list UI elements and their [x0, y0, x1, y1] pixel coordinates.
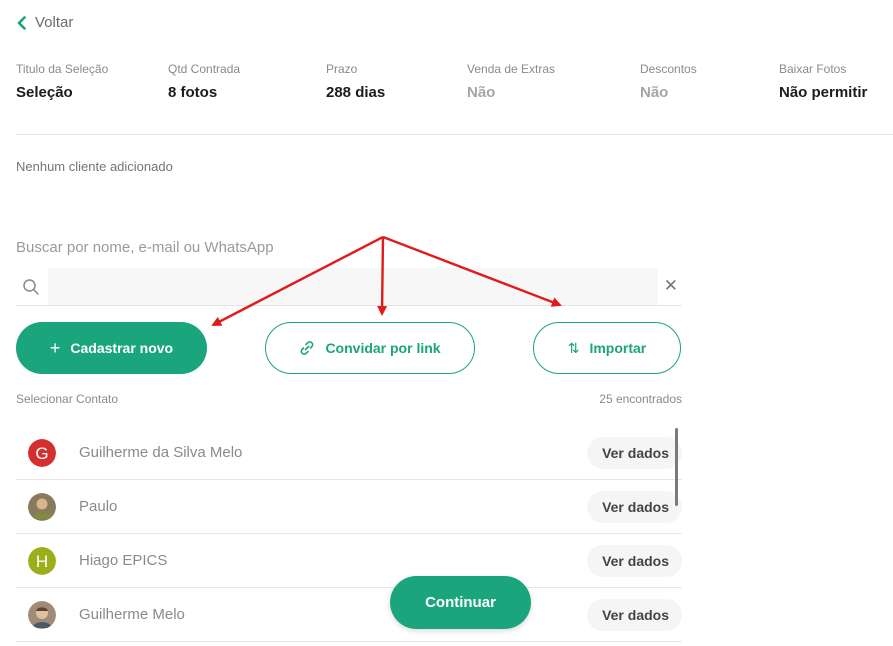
contact-row[interactable]: G Guilherme da Silva Melo Ver dados	[16, 426, 682, 480]
summary-download: Baixar Fotos Não permitir	[779, 62, 867, 101]
avatar	[28, 493, 56, 521]
link-icon	[301, 341, 314, 355]
summary-title: Titulo da Seleção Seleção	[16, 62, 108, 101]
summary-label: Descontos	[640, 62, 697, 76]
contacts-count: 25 encontrados	[599, 392, 682, 406]
contact-name: Guilherme da Silva Melo	[79, 444, 243, 461]
summary-label: Prazo	[326, 62, 358, 76]
summary-value: Não permitir	[779, 84, 868, 101]
continue-button[interactable]: Continuar	[390, 576, 531, 629]
list-scrollbar[interactable]	[675, 428, 678, 506]
register-new-button[interactable]: + Cadastrar novo	[16, 322, 207, 374]
summary-label: Titulo da Seleção	[16, 62, 109, 76]
summary-value: Não	[640, 84, 669, 101]
back-link[interactable]: Voltar	[16, 14, 73, 31]
view-details-button[interactable]: Ver dados	[587, 599, 682, 631]
summary-value: 8 fotos	[168, 84, 218, 101]
register-new-label: Cadastrar novo	[70, 340, 174, 356]
plus-icon: +	[49, 337, 61, 358]
contact-row[interactable]: H Hiago EPICS Ver dados	[16, 534, 682, 588]
chevron-left-icon	[17, 15, 26, 30]
search-bar: ✕	[16, 268, 682, 306]
summary-value: Não	[467, 84, 496, 101]
contact-name: Hiago EPICS	[79, 552, 168, 569]
summary-quantity: Qtd Contrada 8 fotos	[168, 62, 240, 101]
search-label: Buscar por nome, e-mail ou WhatsApp	[16, 239, 274, 256]
summary-value: 288 dias	[326, 84, 386, 101]
avatar-initial: G	[35, 444, 48, 463]
summary-discounts: Descontos Não	[640, 62, 697, 101]
summary-deadline: Prazo 288 dias	[326, 62, 385, 101]
avatar	[28, 601, 56, 629]
contact-list: G Guilherme da Silva Melo Ver dados Paul…	[16, 426, 682, 642]
invite-by-link-button[interactable]: Convidar por link	[265, 322, 475, 374]
import-label: Importar	[589, 340, 647, 356]
summary-value: Seleção	[16, 84, 73, 101]
divider	[16, 134, 893, 135]
summary-label: Qtd Contrada	[168, 62, 241, 76]
contact-row[interactable]: Paulo Ver dados	[16, 480, 682, 534]
summary-label: Venda de Extras	[467, 62, 556, 76]
search-input[interactable]	[48, 268, 658, 305]
avatar: G	[28, 439, 56, 467]
search-icon	[23, 279, 39, 295]
sort-arrows-icon: ⇅	[567, 339, 580, 356]
avatar-initial: H	[36, 552, 48, 571]
view-details-button[interactable]: Ver dados	[587, 491, 682, 523]
view-details-button[interactable]: Ver dados	[587, 545, 682, 577]
contact-row[interactable]: Guilherme Melo Ver dados	[16, 588, 682, 642]
clear-search-icon[interactable]: ✕	[664, 276, 678, 296]
avatar: H	[28, 547, 56, 575]
invite-by-link-label: Convidar por link	[325, 340, 441, 356]
summary-extras: Venda de Extras Não	[467, 62, 555, 101]
contact-name: Paulo	[79, 498, 118, 515]
contacts-header: Selecionar Contato 25 encontrados	[16, 392, 682, 406]
contacts-title: Selecionar Contato	[16, 392, 119, 406]
empty-clients-text: Nenhum cliente adicionado	[16, 159, 173, 174]
summary-label: Baixar Fotos	[779, 62, 847, 76]
contact-name: Guilherme Melo	[79, 606, 185, 623]
back-label: Voltar	[35, 14, 74, 31]
import-button[interactable]: ⇅ Importar	[533, 322, 681, 374]
view-details-button[interactable]: Ver dados	[587, 437, 682, 469]
selection-summary: Titulo da Seleção Seleção Qtd Contrada 8…	[16, 62, 893, 106]
